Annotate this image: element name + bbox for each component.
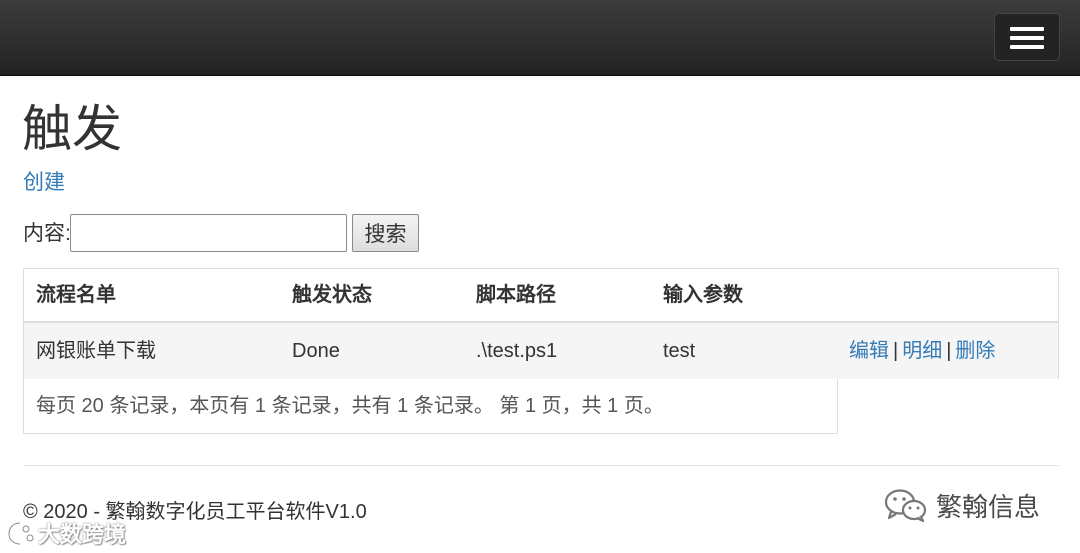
cell-script-path: .\test.ps1 [476, 340, 558, 362]
cell-process-name: 网银账单下载 [36, 340, 156, 362]
page-title: 触发 [22, 101, 122, 157]
table-pager: 每页 20 条记录，本页有 1 条记录，共有 1 条记录。 第 1 页，共 1 … [23, 379, 838, 434]
search-input[interactable] [70, 214, 347, 252]
edit-link[interactable]: 编辑 [849, 340, 889, 362]
table-row: 网银账单下载 Done .\test.ps1 test 编辑 | 明细 | 删除 [23, 323, 1059, 379]
menu-bar [1010, 36, 1044, 40]
action-separator: | [946, 340, 952, 362]
search-button[interactable]: 搜索 [352, 214, 419, 252]
cell-input-params: test [663, 340, 696, 362]
column-header-process-name: 流程名单 [36, 284, 116, 306]
hamburger-menu-icon[interactable] [994, 13, 1060, 61]
column-header-script-path: 脚本路径 [476, 284, 556, 306]
brand-watermark: 大数跨境 [6, 516, 126, 550]
delete-link[interactable]: 删除 [955, 340, 995, 362]
create-link[interactable]: 创建 [23, 170, 65, 196]
top-navbar [0, 0, 1080, 76]
table-header-row: 流程名单 触发状态 脚本路径 输入参数 [23, 268, 1059, 323]
column-header-trigger-status: 触发状态 [292, 284, 372, 306]
menu-bar [1010, 45, 1044, 49]
action-separator: | [893, 340, 899, 362]
brand-watermark-text: 大数跨境 [38, 523, 127, 548]
row-actions: 编辑 | 明细 | 删除 [849, 323, 995, 379]
footer-divider [23, 465, 1059, 466]
menu-bar [1010, 27, 1044, 31]
wechat-icon [884, 489, 927, 522]
pager-text: 每页 20 条记录，本页有 1 条记录，共有 1 条记录。 第 1 页，共 1 … [36, 395, 664, 417]
logo-icon [7, 521, 34, 546]
wechat-watermark: 繁翰信息 [884, 488, 1041, 523]
trigger-table: 流程名单 触发状态 脚本路径 输入参数 网银账单下载 Done .\test.p… [23, 268, 1059, 434]
column-header-input-params: 输入参数 [663, 284, 743, 306]
details-link[interactable]: 明细 [902, 340, 942, 362]
cell-trigger-status: Done [292, 340, 340, 362]
search-label: 内容: [23, 222, 71, 245]
wechat-watermark-text: 繁翰信息 [936, 492, 1041, 523]
